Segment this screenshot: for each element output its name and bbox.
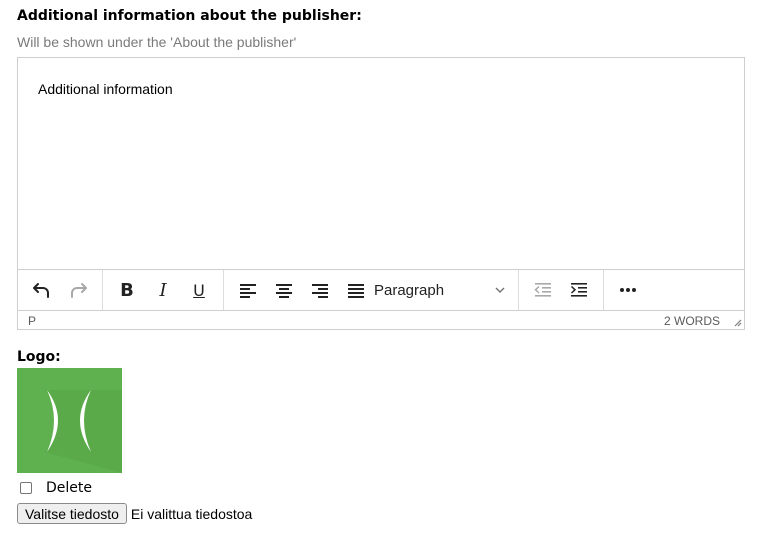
- align-center-icon: [276, 284, 292, 298]
- additional-info-label: Additional information about the publish…: [17, 8, 362, 24]
- align-justify-icon: [348, 284, 364, 298]
- chevron-down-icon: [495, 287, 505, 294]
- align-right-button[interactable]: [302, 275, 338, 305]
- italic-button[interactable]: I: [145, 275, 181, 305]
- redo-button[interactable]: [60, 275, 96, 305]
- delete-logo-checkbox[interactable]: [20, 482, 32, 494]
- editor-content-area[interactable]: Additional information: [18, 58, 744, 269]
- publisher-logo-image: [17, 368, 122, 473]
- indent-button[interactable]: [561, 275, 597, 305]
- editor-toolbar: B I U Paragraph: [18, 269, 744, 311]
- rich-text-editor: Additional information B I U Paragraph P…: [17, 57, 745, 330]
- align-justify-button[interactable]: [338, 275, 374, 305]
- delete-logo-row: Delete: [20, 480, 92, 496]
- bold-button[interactable]: B: [109, 275, 145, 305]
- more-group: [604, 270, 652, 310]
- undo-icon: [33, 283, 49, 298]
- logo-label: Logo:: [17, 349, 61, 365]
- word-count[interactable]: 2 WORDS: [664, 314, 720, 328]
- editor-paragraph[interactable]: Additional information: [38, 81, 173, 97]
- file-input: Valitse tiedosto Ei valittua tiedostoa: [17, 503, 252, 524]
- resize-handle-icon[interactable]: [732, 317, 742, 327]
- redo-icon: [71, 283, 87, 298]
- block-format-label: Paragraph: [374, 281, 445, 299]
- additional-info-help-text: Will be shown under the 'About the publi…: [17, 34, 297, 50]
- align-left-icon: [240, 284, 256, 298]
- outdent-button[interactable]: [525, 275, 561, 305]
- outdent-icon: [534, 283, 551, 297]
- align-center-button[interactable]: [266, 275, 302, 305]
- choose-file-button[interactable]: Valitse tiedosto: [17, 503, 127, 524]
- more-button[interactable]: [610, 275, 646, 305]
- more-icon: [620, 288, 636, 292]
- align-right-icon: [312, 284, 328, 298]
- align-group: Paragraph: [224, 270, 519, 310]
- indent-group: [519, 270, 604, 310]
- block-format-select[interactable]: Paragraph: [374, 275, 512, 305]
- undo-button[interactable]: [24, 275, 60, 305]
- no-file-text: Ei valittua tiedostoa: [130, 505, 253, 522]
- format-group: B I U: [103, 270, 224, 310]
- underline-button[interactable]: U: [181, 275, 217, 305]
- element-path[interactable]: P: [28, 314, 36, 328]
- indent-icon: [570, 283, 587, 297]
- delete-logo-label: Delete: [46, 480, 92, 496]
- editor-statusbar: P 2 WORDS: [18, 311, 744, 330]
- history-group: [18, 270, 103, 310]
- align-left-button[interactable]: [230, 275, 266, 305]
